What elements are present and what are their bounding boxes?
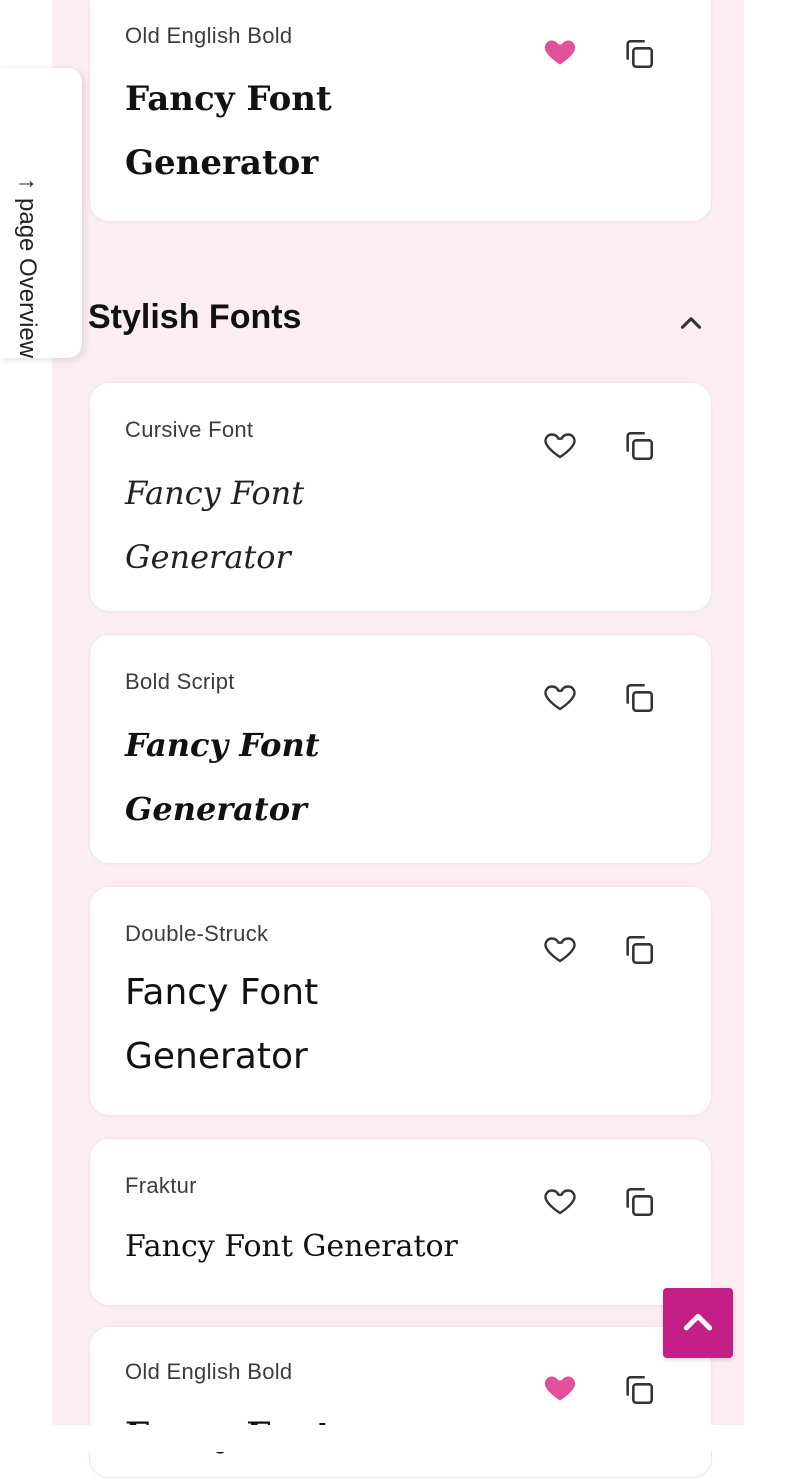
font-sample-text[interactable]: Fancy Font Generator	[125, 67, 455, 195]
chevron-up-icon[interactable]	[672, 306, 710, 340]
font-sample-text[interactable]: Fancy Font Generator	[125, 461, 455, 589]
font-name-label: Bold Script	[125, 669, 235, 694]
copy-icon[interactable]	[622, 429, 656, 463]
font-name-label: Cursive Font	[125, 417, 254, 442]
font-card: Bold Script Fancy Font Generator	[89, 634, 712, 864]
font-name-label: Old English Bold	[125, 1359, 293, 1384]
font-name-label: Old English Bold	[125, 23, 293, 48]
heart-filled-icon[interactable]	[542, 1369, 578, 1405]
bottom-edge	[0, 1425, 800, 1452]
page-overview-tab[interactable]: ↑page Overview	[0, 68, 82, 358]
section-title: Stylish Fonts	[88, 298, 302, 336]
font-sample-text[interactable]: Fancy Font Generator	[125, 713, 455, 841]
heart-outline-icon[interactable]	[542, 427, 578, 463]
copy-icon[interactable]	[622, 933, 656, 967]
copy-icon[interactable]	[622, 681, 656, 715]
chevron-up-icon	[683, 1313, 713, 1331]
heart-outline-icon[interactable]	[542, 1183, 578, 1219]
page-overview-label: ↑page Overview	[14, 178, 41, 359]
font-name-label: Fraktur	[125, 1173, 197, 1198]
heart-outline-icon[interactable]	[542, 679, 578, 715]
font-card: Old English Bold Fancy Font	[89, 1326, 712, 1478]
font-sample-text[interactable]: Fancy Font Generator	[125, 1215, 545, 1279]
copy-icon[interactable]	[622, 1185, 656, 1219]
font-name-label: Double-Struck	[125, 921, 269, 946]
arrow-icon: ↑	[14, 178, 41, 190]
copy-icon[interactable]	[622, 1373, 656, 1407]
heart-filled-icon[interactable]	[542, 33, 578, 69]
heart-outline-icon[interactable]	[542, 931, 578, 967]
font-card: Old English Bold Fancy Font Generator	[89, 0, 712, 222]
font-card: Cursive Font Fancy Font Generator	[89, 382, 712, 612]
font-sample-text[interactable]: Fancy Font Generator	[125, 961, 455, 1089]
scroll-to-top-button[interactable]	[663, 1288, 733, 1358]
font-card: Double-Struck Fancy Font Generator	[89, 886, 712, 1116]
font-card: Fraktur Fancy Font Generator	[89, 1138, 712, 1306]
copy-icon[interactable]	[622, 37, 656, 71]
